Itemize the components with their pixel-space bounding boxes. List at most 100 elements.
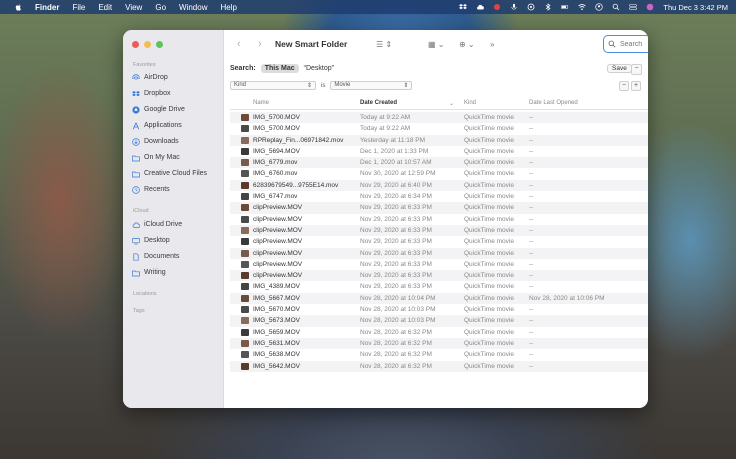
search-icon	[608, 40, 616, 48]
user-icon[interactable]	[595, 3, 604, 11]
remove-scope-button[interactable]: −	[631, 64, 642, 75]
cloud-icon	[132, 222, 140, 228]
sidebar-item-icloud-drive[interactable]: iCloud Drive	[132, 219, 182, 230]
table-row[interactable]: IMG_6779.mov Dec 1, 2020 at 10:57 AM Quick…	[230, 157, 648, 169]
sidebar-item-on-my-mac[interactable]: On My Mac	[132, 152, 180, 163]
menu-edit[interactable]: Edit	[98, 3, 112, 12]
menu-window[interactable]: Window	[179, 3, 207, 12]
table-row[interactable]: IMG_5700.MOV Today at 9:22 AM QuickTime mo…	[230, 123, 648, 134]
attribute-select[interactable]: Kind ⇕	[230, 81, 316, 90]
scope-desktop[interactable]: “Desktop”	[304, 65, 334, 72]
sidebar-item-writing[interactable]: Writing	[132, 267, 166, 278]
search-field[interactable]	[603, 35, 648, 53]
battery-icon[interactable]	[561, 3, 569, 11]
table-row[interactable]: IMG_5631.MOV Nov 28, 2020 at 6:32 PM Quick…	[230, 337, 648, 350]
menu-go[interactable]: Go	[155, 3, 166, 12]
file-date-created: Dec 1, 2020 at 1:33 PM	[360, 147, 429, 155]
wifi-icon[interactable]	[578, 3, 587, 11]
table-row[interactable]: IMG_6747.mov Nov 29, 2020 at 6:34 PM Quick…	[230, 191, 648, 202]
table-row[interactable]: clipPreview.MOV Nov 29, 2020 at 6:33 PM Qu…	[230, 214, 648, 225]
sidebar-item-documents[interactable]: Documents	[132, 251, 179, 262]
search-input[interactable]	[620, 40, 648, 48]
toolbar-overflow-icon[interactable]: »	[490, 40, 494, 49]
sidebar-item-desktop[interactable]: Desktop	[132, 235, 170, 246]
movie-thumbnail-icon	[241, 170, 249, 178]
movie-thumbnail-icon	[241, 193, 249, 201]
back-button[interactable]: ‹	[237, 38, 241, 50]
table-row[interactable]: clipPreview.MOV Nov 29, 2020 at 6:33 PM Qu…	[230, 259, 648, 270]
add-rule-button[interactable]: +	[631, 81, 641, 91]
file-name: IMG_6779.mov	[253, 159, 298, 167]
menu-finder[interactable]: Finder	[35, 3, 59, 12]
table-row[interactable]: IMG_5642.MOV Nov 28, 2020 at 6:32 PM Quick…	[230, 360, 648, 372]
movie-thumbnail-icon	[241, 238, 249, 246]
table-row[interactable]: clipPreview.MOV Nov 29, 2020 at 6:33 PM Qu…	[230, 202, 648, 214]
action-menu-icon[interactable]: ⊕ ⌄	[459, 40, 475, 49]
column-header-name[interactable]: Name	[253, 100, 269, 106]
sidebar-item-creative-cloud-files[interactable]: Creative Cloud Files	[132, 168, 207, 179]
file-kind: QuickTime movie	[464, 204, 514, 212]
table-row[interactable]: clipPreview.MOV Nov 29, 2020 at 6:33 PM Qu…	[230, 224, 648, 237]
save-button[interactable]: Save	[607, 64, 632, 73]
file-date-last-opened: --	[529, 114, 534, 121]
group-view-icon[interactable]: ▦ ⌄	[428, 40, 444, 49]
table-row[interactable]: IMG_5659.MOV Nov 28, 2020 at 6:32 PM Quick…	[230, 327, 648, 338]
remove-rule-button[interactable]: −	[619, 81, 629, 91]
sidebar-item-label: Google Drive	[144, 106, 185, 113]
file-date-created: Today at 9:22 AM	[360, 125, 411, 133]
file-name: IMG_5694.MOV	[253, 147, 300, 155]
file-date-created: Nov 28, 2020 at 6:32 PM	[360, 351, 432, 359]
table-row[interactable]: IMG_5673.MOV Nov 28, 2020 at 10:03 PM Quic…	[230, 315, 648, 327]
scope-this-mac[interactable]: This Mac	[260, 64, 299, 73]
forward-button[interactable]: ›	[258, 38, 262, 50]
column-header-date-created[interactable]: Date Created	[360, 100, 397, 106]
table-row[interactable]: IMG_5667.MOV Nov 28, 2020 at 10:04 PM Quic…	[230, 292, 648, 305]
menu-help[interactable]: Help	[220, 3, 236, 12]
minimize-button[interactable]	[144, 41, 151, 48]
dictation-icon[interactable]	[510, 3, 518, 11]
table-row[interactable]: IMG_5638.MOV Nov 28, 2020 at 6:32 PM Quick…	[230, 349, 648, 360]
zoom-button[interactable]	[156, 41, 163, 48]
table-row[interactable]: clipPreview.MOV Nov 29, 2020 at 6:33 PM Qu…	[230, 270, 648, 282]
table-row[interactable]: IMG_6760.mov Nov 30, 2020 at 12:59 PM Quic…	[230, 168, 648, 179]
sidebar-item-dropbox[interactable]: Dropbox	[132, 88, 170, 99]
control-center-icon[interactable]	[629, 3, 638, 11]
file-name: clipPreview.MOV	[253, 215, 303, 223]
sidebar-item-recents[interactable]: Recents	[132, 184, 170, 195]
table-row[interactable]: clipPreview.MOV Nov 29, 2020 at 6:33 PM Qu…	[230, 247, 648, 259]
cloud-status-icon[interactable]	[476, 3, 485, 11]
menu-view[interactable]: View	[125, 3, 142, 12]
siri-icon[interactable]	[646, 3, 654, 11]
sidebar-item-downloads[interactable]: Downloads	[132, 136, 179, 147]
file-date-created: Dec 1, 2020 at 10:57 AM	[360, 159, 432, 167]
sidebar-item-label: AirDrop	[144, 74, 168, 81]
file-date-last-opened: --	[529, 249, 534, 257]
file-kind: QuickTime movie	[464, 339, 514, 347]
table-row[interactable]: IMG_5694.MOV Dec 1, 2020 at 1:33 PM QuickT…	[230, 146, 648, 157]
table-row[interactable]: IMG_5700.MOV Today at 9:22 AM QuickTime mo…	[230, 112, 648, 124]
table-row[interactable]: RPReplay_Fin...06971842.mov Yesterday at …	[230, 134, 648, 146]
table-row[interactable]: IMG_5670.MOV Nov 28, 2020 at 10:03 PM Quic…	[230, 304, 648, 315]
applications-icon	[132, 122, 140, 129]
bluetooth-icon[interactable]	[544, 3, 552, 11]
table-row[interactable]: IMG_4389.MOV Nov 29, 2020 at 6:33 PM Quick…	[230, 281, 648, 292]
menubar-datetime[interactable]: Thu Dec 3 3:42 PM	[663, 3, 728, 12]
apple-menu-icon[interactable]	[14, 3, 23, 12]
menu-file[interactable]: File	[72, 3, 85, 12]
table-row[interactable]: 62839679549...9755E14.mov Nov 29, 2020 at…	[230, 179, 648, 192]
sidebar-item-airdrop[interactable]: AirDrop	[132, 72, 168, 83]
record-status-icon[interactable]	[493, 3, 501, 11]
sidebar-item-google-drive[interactable]: Google Drive	[132, 104, 185, 115]
file-name: IMG_5667.MOV	[253, 294, 300, 302]
value-select[interactable]: Movie ⇕	[330, 81, 413, 90]
column-header-date-last-opened[interactable]: Date Last Opened	[529, 100, 578, 106]
list-view-icon[interactable]: ☰ ⇕	[376, 40, 392, 49]
dropbox-status-icon[interactable]	[459, 3, 468, 11]
table-row[interactable]: clipPreview.MOV Nov 29, 2020 at 6:33 PM Qu…	[230, 236, 648, 247]
spotlight-icon[interactable]	[612, 3, 620, 11]
close-button[interactable]	[132, 41, 139, 48]
focus-icon[interactable]	[527, 3, 535, 11]
sidebar-item-applications[interactable]: Applications	[132, 120, 182, 131]
column-header-kind[interactable]: Kind	[464, 100, 476, 106]
file-date-created: Nov 29, 2020 at 6:33 PM	[360, 226, 432, 234]
